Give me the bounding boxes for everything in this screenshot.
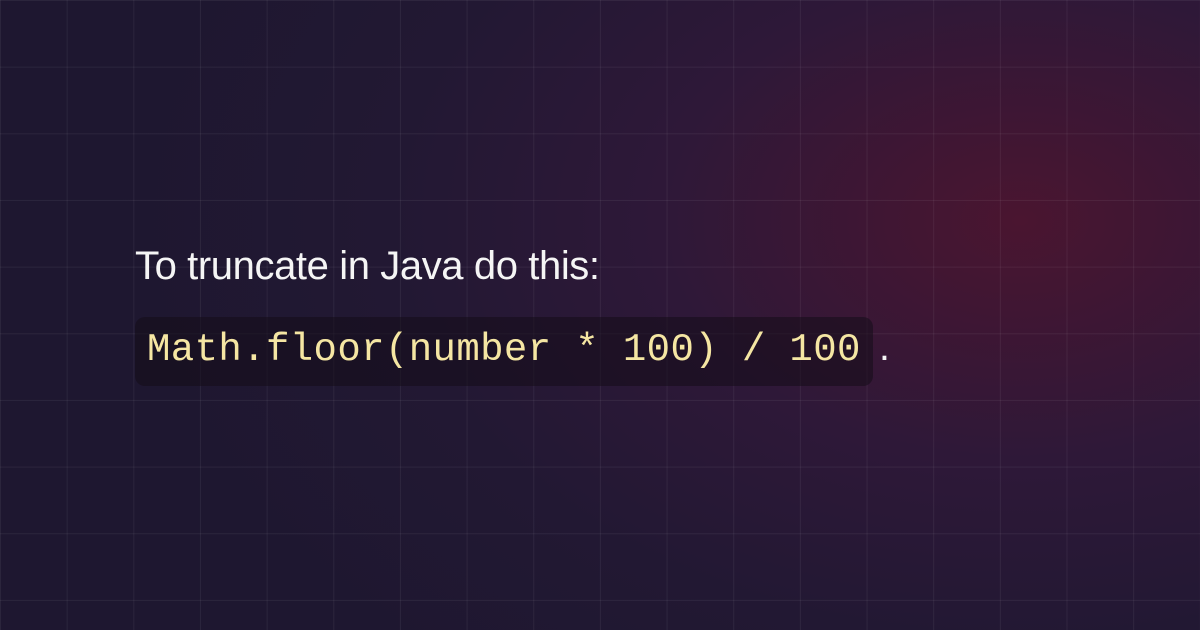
content-block: To truncate in Java do this: Math.floor(… [0, 0, 1200, 630]
heading-text: To truncate in Java do this: [135, 244, 1065, 289]
code-snippet: Math.floor(number * 100) / 100 [135, 317, 873, 386]
code-line: Math.floor(number * 100) / 100. [135, 317, 1065, 386]
trailing-period: . [879, 325, 890, 369]
